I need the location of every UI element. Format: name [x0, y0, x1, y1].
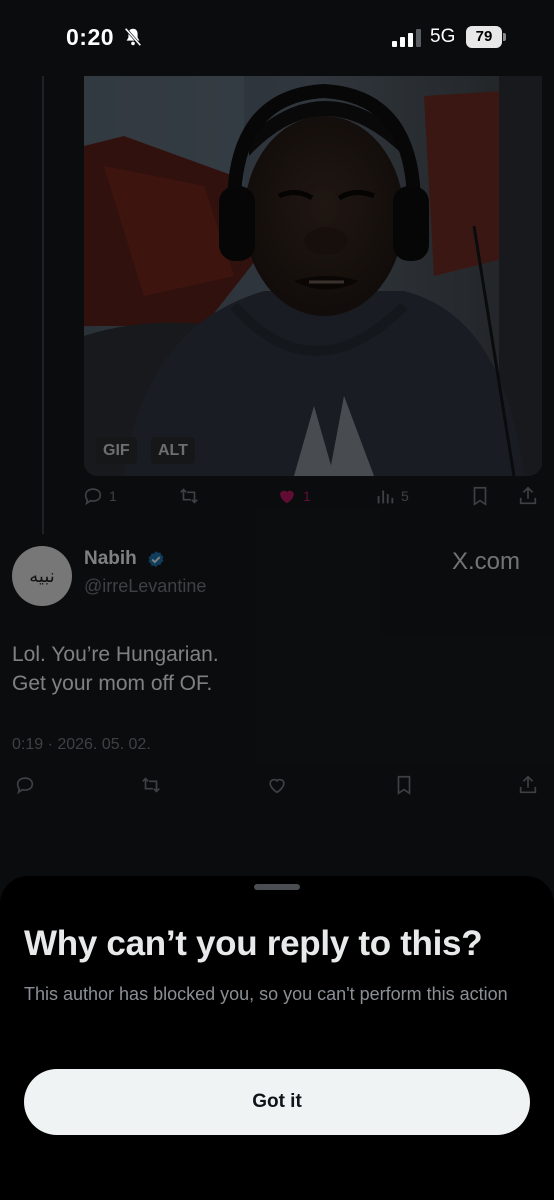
reply-count: 1 — [109, 488, 117, 504]
author-avatar[interactable]: نبيه — [12, 546, 72, 606]
author-name[interactable]: Nabih — [84, 548, 137, 570]
share-action[interactable] — [517, 485, 539, 507]
status-time: 0:20 — [66, 24, 115, 50]
views-count: 5 — [401, 488, 409, 504]
reply-button[interactable] — [14, 774, 36, 796]
heart-icon — [269, 778, 285, 794]
bookmark-icon — [397, 775, 411, 795]
thread-connector-line — [42, 76, 44, 534]
parent-action-bar: 1 1 5 — [0, 485, 554, 515]
status-bar: 0:20 5G 79 — [0, 0, 554, 76]
bookmark-button[interactable] — [393, 774, 415, 796]
tweet-action-bar — [0, 774, 554, 804]
network-type: 5G — [430, 26, 456, 47]
cell-signal-icon — [392, 29, 421, 47]
like-count: 1 — [303, 488, 311, 504]
repost-icon — [142, 777, 160, 793]
tweet-line-1: Lol. You’re Hungarian. — [12, 643, 219, 666]
repost-action[interactable] — [178, 485, 200, 507]
views-chart-icon — [377, 490, 394, 504]
reply-icon — [16, 777, 34, 795]
share-button[interactable] — [517, 774, 539, 796]
tweet-timestamp[interactable]: 0:19 · 2026. 05. 02. — [12, 736, 151, 754]
got-it-button[interactable]: Got it — [24, 1069, 530, 1135]
share-icon — [519, 775, 537, 794]
blocked-reply-sheet: Why can’t you reply to this? This author… — [0, 876, 554, 1200]
battery-level: 79 — [466, 26, 502, 48]
author-handle[interactable]: @irreLevantine — [84, 576, 206, 597]
battery-icon: 79 — [466, 26, 506, 48]
views-action[interactable]: 5 — [374, 485, 409, 507]
heart-filled-icon — [280, 490, 294, 504]
sheet-message: This author has blocked you, so you can'… — [24, 984, 508, 1004]
silent-bell-icon — [124, 27, 142, 47]
like-action[interactable]: 1 — [276, 485, 311, 507]
share-icon — [519, 486, 537, 505]
tweet-text: Lol. You’re Hungarian. Get your mom off … — [12, 640, 219, 698]
alt-badge[interactable]: ALT — [151, 437, 195, 464]
repost-icon — [180, 488, 198, 504]
verified-badge-icon — [148, 551, 164, 568]
reply-icon — [84, 488, 102, 506]
like-button[interactable] — [266, 774, 288, 796]
tweet-line-2: Get your mom off OF. — [12, 672, 213, 695]
sheet-title: Why can’t you reply to this? — [24, 924, 483, 963]
bookmark-icon — [473, 486, 487, 506]
repost-button[interactable] — [140, 774, 162, 796]
reply-action[interactable]: 1 — [82, 485, 117, 507]
x-com-watermark: X.com — [452, 548, 521, 575]
bookmark-action[interactable] — [469, 485, 491, 507]
tweet-media-gif[interactable] — [84, 76, 542, 476]
gif-badge: GIF — [96, 437, 137, 464]
sheet-grabber[interactable] — [254, 884, 300, 890]
